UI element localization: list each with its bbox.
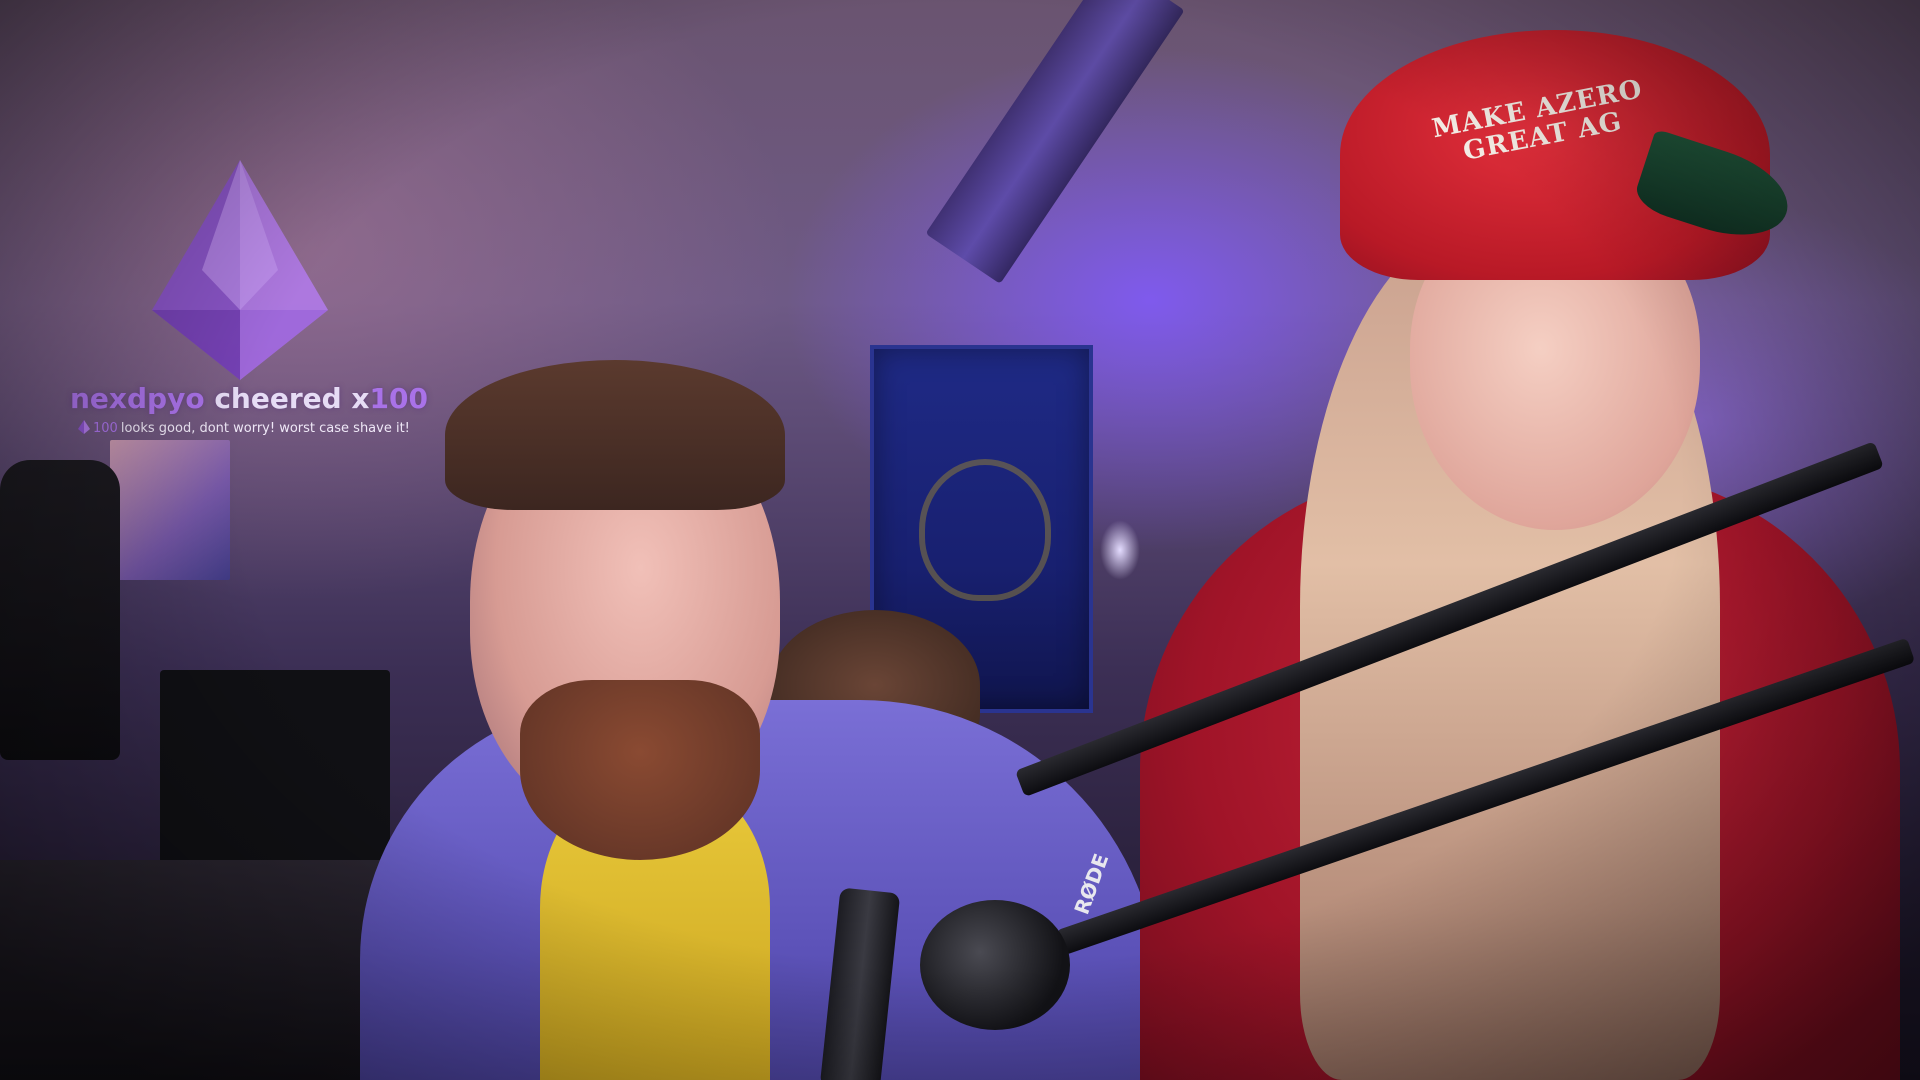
- cheer-verb: cheered: [214, 382, 342, 415]
- banner-crest-icon: [919, 459, 1051, 601]
- desk: [0, 860, 380, 1080]
- streamer-beard: [520, 680, 760, 860]
- mic-mount: [920, 900, 1070, 1030]
- stream-frame: MAKE AZERO GREAT AG RØDE nexdpyo cheered…: [0, 0, 1920, 1080]
- cheer-title: nexdpyo cheered x100: [70, 382, 430, 416]
- cheer-message-bits: 100: [93, 421, 118, 436]
- cheer-username: nexdpyo: [70, 382, 205, 415]
- bits-gem-icon: [152, 160, 328, 380]
- cheer-message-text: looks good, dont worry! worst case shave…: [120, 421, 410, 436]
- background-monitor: [160, 670, 390, 890]
- lamp-glow: [1100, 520, 1140, 580]
- bits-small-icon: [78, 420, 90, 434]
- streamer-hair: [445, 360, 785, 510]
- cheer-amount: 100: [369, 382, 428, 415]
- hanging-jacket: [0, 460, 120, 760]
- cheer-multiplier: x: [351, 382, 370, 415]
- wall-poster: [110, 440, 230, 580]
- cheer-alert: nexdpyo cheered x100 100 looks good, dont…: [60, 150, 430, 440]
- cheer-message: 100 looks good, dont worry! worst case sh…: [78, 420, 438, 437]
